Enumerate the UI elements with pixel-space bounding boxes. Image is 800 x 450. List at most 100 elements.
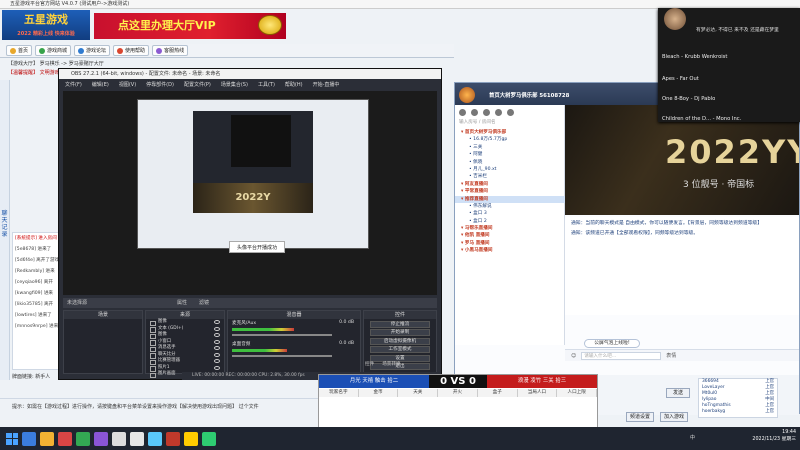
channel-item[interactable]: • 盒口 3 [455,210,565,217]
emoji-icon[interactable]: ☺ [571,353,576,359]
channel-group[interactable]: ▾ 阿友直播间 [455,181,565,188]
channel-group[interactable]: ▾ 平常直播间 [455,188,565,195]
channel-item[interactable]: • 月儿_90.xt [455,166,565,173]
channel-db: 0.0 dB [339,320,354,325]
menu-profile[interactable]: 配置文件(P) [184,81,211,88]
input-method-indicator[interactable]: 中 [690,434,695,441]
taskbar-app-icon[interactable] [40,431,54,446]
volume-slider[interactable] [232,355,332,357]
channel-item[interactable]: • 伟东解说 [455,203,565,210]
volume-slider[interactable] [232,334,332,336]
eye-icon[interactable] [214,359,220,363]
menu-icon[interactable] [507,108,514,116]
join-game-button[interactable]: 加入游戏 [660,412,688,422]
channel-search-input[interactable]: 输入房号 / 房间名 [459,119,563,127]
channel-item[interactable]: • 佩晓 [455,159,565,166]
tab-controls[interactable]: 控件 [365,361,374,367]
clock[interactable]: 19:44 2022/11/23 星期三 [740,429,796,443]
eye-icon[interactable] [214,320,220,324]
bubble-announcement[interactable]: 公屏气泡上线啦! [584,339,640,348]
taskbar-app-icon[interactable] [184,431,198,446]
send-button[interactable]: 发送 [666,388,690,398]
start-recording-button[interactable]: 开始录制 [370,329,430,336]
nav-help[interactable]: 使用帮助 [113,45,150,56]
room-avatar[interactable] [459,87,475,103]
eye-icon[interactable] [214,339,220,344]
score-columns: 玩家名字 金币 天关 开火 盒子 当局人口 人口上限 [319,389,598,397]
channel-item[interactable]: • 阿健 [455,151,565,158]
eye-icon[interactable] [214,326,220,331]
system-message: 通知：当前的聊天模式是 自由模式，你可以随便发言。【背景层，同频等级达到频道等级… [571,221,763,226]
music-item[interactable]: Bleach - Krubb Wenkroist [662,54,727,60]
log-line: [lowtires] 进来了 [15,313,52,318]
chat-input[interactable]: 请输入什么吧... [581,351,662,360]
nav-label: 首页 [18,48,29,54]
menu-docks[interactable]: 停靠部件(D) [146,81,174,88]
channel-group[interactable]: ▾ 罗马 直播间 [455,240,565,247]
eye-icon[interactable] [214,352,220,357]
info-icon[interactable] [471,108,478,116]
user-role: 上官 [765,409,774,414]
eye-icon[interactable] [214,346,220,350]
nav-forum[interactable]: 游戏论坛 [74,45,111,56]
channel-group[interactable]: ▾ 推荐直播间 [455,195,565,203]
menu-tools[interactable]: 工具(T) [258,81,275,88]
taskbar-app-icon[interactable] [22,431,36,446]
level-meter [232,349,287,352]
source-label: 比赛管理器 [158,358,180,363]
channel-group[interactable]: ▾ 他凯 直播间 [455,232,565,239]
taskbar-app-icon[interactable] [58,431,72,446]
nav-service[interactable]: 客服热线 [152,45,189,56]
studio-mode-button[interactable]: 工作室模式 [370,346,430,353]
menu-file[interactable]: 文件(F) [65,81,82,88]
vs-score: 0 VS 0 [429,375,487,388]
channel-item[interactable]: • 吉米栏 [455,173,565,180]
nav-shop[interactable]: 游戏商城 [35,45,72,56]
brand-logo[interactable]: 五星游戏 2022 精彩上线 快来体验 [2,10,90,40]
taskbar-app-icon[interactable] [148,431,162,446]
eye-icon[interactable] [214,365,220,370]
music-item[interactable]: One 8-Boy - Dj Pablo [662,96,715,102]
channel-group[interactable]: ▾ 小黑马直播间 [455,247,565,254]
user-row[interactable]: hoerbakyg 上官 [699,409,777,415]
channel-item[interactable]: • 16.8万/5.7万gp [455,136,565,143]
music-item[interactable]: Apes - Far Out [662,76,699,82]
phone-icon[interactable] [483,108,490,116]
music-item[interactable]: Children of the D... - Mono Inc. [662,116,741,122]
stop-stream-button[interactable]: 停止推流 [370,320,430,328]
taskbar-app-icon[interactable] [130,431,144,446]
channel-item[interactable]: • 三关 [455,144,565,151]
taskbar-app-icon[interactable] [94,431,108,446]
nav-home[interactable]: 首页 [6,45,33,56]
taskbar-app-icon[interactable] [76,431,90,446]
menu-live[interactable]: 开始-直播中 [313,81,340,88]
channel-group[interactable]: ▾ 首页大树罗马俱乐部 [455,129,565,136]
menu-view[interactable]: 视图(V) [119,81,136,88]
properties-button[interactable]: 属性 [177,299,187,306]
channel-settings-button[interactable]: 频道设置 [626,412,654,422]
channel-group[interactable]: ▾ 马帮乐直播间 [455,225,565,232]
chat-room-window: 首页大树罗马俱乐部 56108728 输入房号 / 房间名 ▾ 首页大树罗马俱乐… [454,82,800,415]
nav-label: 游戏商城 [47,48,68,54]
filters-button[interactable]: 滤镜 [199,299,209,306]
emoji-label[interactable]: 表情 [666,352,676,359]
virtual-camera-button[interactable]: 启动虚拟摄像机 [370,337,430,345]
status-value: 新手人 [35,374,51,380]
source-label: 图像 [158,319,167,324]
star-icon[interactable] [495,108,502,116]
menu-scene-collection[interactable]: 场景集合(S) [221,81,248,88]
eye-icon[interactable] [214,333,220,337]
taskbar-app-icon[interactable] [202,431,216,446]
column-header: 当局人口 [517,389,558,397]
taskbar [0,427,800,450]
tab-transitions[interactable]: 场景转换 [382,361,400,367]
user-count-icon[interactable] [459,108,466,116]
taskbar-apps [18,431,216,446]
taskbar-app-icon[interactable] [166,431,180,446]
menu-help[interactable]: 帮助(H) [285,81,303,88]
menu-edit[interactable]: 编辑(E) [92,81,109,88]
channel-item[interactable]: • 盒口 2 [455,218,565,225]
windows-start-icon[interactable] [6,432,18,445]
obs-preview[interactable]: 2022Y 头像平台开播成功 [63,91,437,295]
taskbar-app-icon[interactable] [112,431,126,446]
